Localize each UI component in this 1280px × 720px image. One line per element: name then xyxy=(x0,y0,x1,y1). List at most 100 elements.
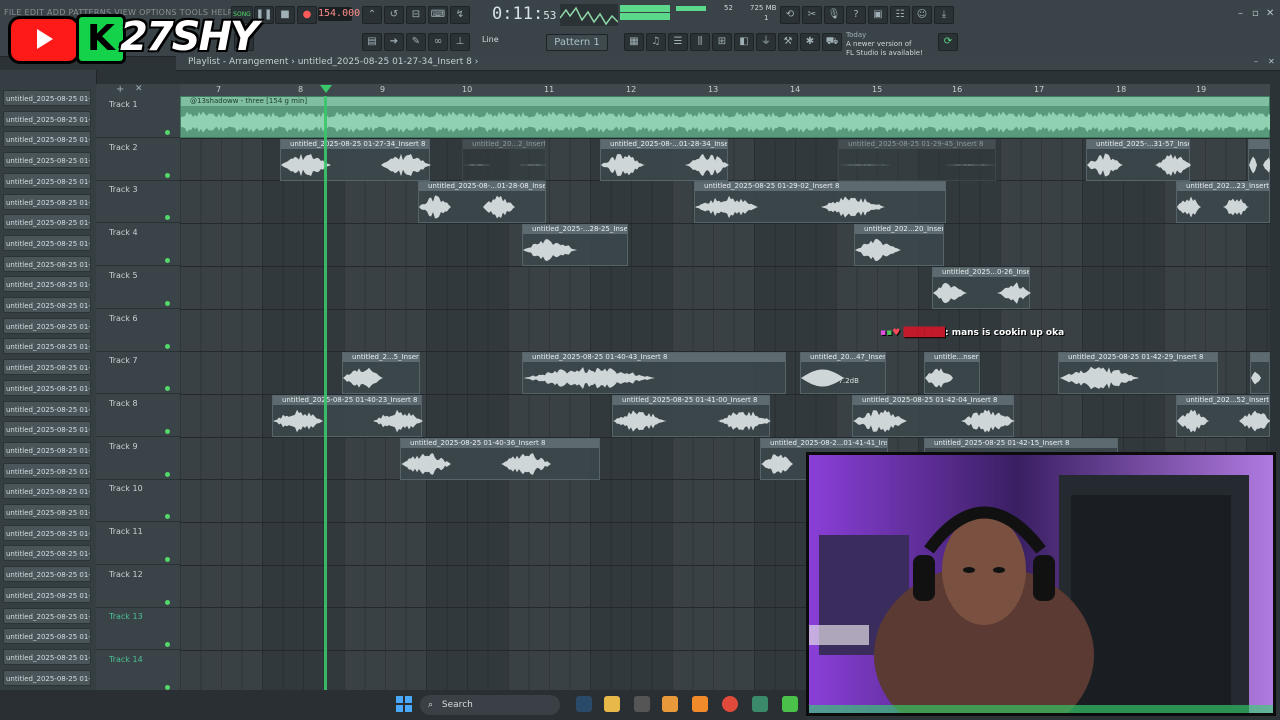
stop-button[interactable]: ■ xyxy=(275,6,295,24)
browser-item[interactable]: untitled_2025-08-25 01-... xyxy=(3,462,91,479)
browser-item[interactable]: untitled_2025-08-25 01-... xyxy=(3,421,91,438)
audio-clip[interactable]: untitled_20...2_Insert 8 xyxy=(462,138,547,181)
track-mute-led[interactable] xyxy=(165,172,170,178)
track-mute-led[interactable] xyxy=(165,599,170,605)
track-mute-led[interactable] xyxy=(165,428,170,434)
app-icon[interactable] xyxy=(634,696,650,712)
audio-clip[interactable]: untitled_2025-08-25 01-40-36_Insert 8 xyxy=(400,437,601,480)
audio-clip[interactable]: @13shadoww - three [154 g min] xyxy=(180,96,1270,138)
track-mute-led[interactable] xyxy=(165,557,170,562)
faders-icon[interactable]: ⫼ xyxy=(690,33,710,51)
browser-item[interactable]: untitled_2025-08-25 01-... xyxy=(3,441,91,458)
browser-item[interactable]: untitled_2025-08-25 01-... xyxy=(3,628,91,645)
browser-item[interactable]: untitled_2025-08-25 01-... xyxy=(3,566,91,583)
audio-clip[interactable]: untitle...nsert 8 xyxy=(924,352,981,395)
audio-clip[interactable]: untitled_2...5_Insert 8 xyxy=(342,352,421,395)
browser-item[interactable]: untitled_2025-08-25 01-... xyxy=(3,669,91,686)
piano-roll-icon[interactable]: ♫ xyxy=(646,33,666,51)
browser-item[interactable]: untitled_2025-08-25 01-... xyxy=(3,400,91,417)
track-header[interactable]: Track 9 xyxy=(96,438,180,480)
audio-clip[interactable]: untitled_2025-08-25 01-42-04_Insert 8 xyxy=(852,394,1015,437)
download-icon[interactable]: ⤓ xyxy=(934,6,954,24)
browser-item[interactable]: untitled_2025-08-25 01-... xyxy=(3,297,91,313)
mixer-icon[interactable]: ☷ xyxy=(890,6,910,24)
obs-icon[interactable] xyxy=(752,696,768,712)
track-mute-led[interactable] xyxy=(165,471,170,477)
mixer-view-icon[interactable]: ☰ xyxy=(668,33,688,51)
undo-icon[interactable]: ⟲ xyxy=(780,6,800,24)
playhead-marker-icon[interactable] xyxy=(320,85,332,93)
browser-item[interactable]: untitled_2025-08-25 01-... xyxy=(3,90,91,106)
minimize-icon[interactable]: – xyxy=(1238,8,1243,19)
browser-item[interactable]: untitled_2025-08-25 01-... xyxy=(3,276,91,293)
browser-item[interactable]: untitled_2025-08-25 01-... xyxy=(3,172,91,189)
playlist-breadcrumb[interactable]: Playlist - Arrangement › untitled_2025-0… xyxy=(188,57,478,67)
help-icon[interactable]: ? xyxy=(846,6,866,24)
steam-icon[interactable] xyxy=(576,696,592,712)
playlist-minimize-icon[interactable]: – xyxy=(1254,57,1258,66)
pause-button[interactable]: ❚❚ xyxy=(254,6,274,24)
audio-clip[interactable]: untitled_2025-...31-57_Insert 8 xyxy=(1086,138,1191,181)
chat-icon[interactable]: ☺ xyxy=(912,6,932,24)
audio-clip[interactable]: untitled_2025-08-25 01-41-00_Insert 8 xyxy=(612,394,771,437)
record-button[interactable]: ● xyxy=(297,6,317,24)
track-mute-led[interactable] xyxy=(165,514,170,520)
audio-clip[interactable]: untitled_2025-08-25 01-29-02_Insert 8 xyxy=(694,181,947,224)
browser-item[interactable]: untitled_2025-08-25 01-... xyxy=(3,359,91,376)
browser-item[interactable]: untitled_2025-08-25 01-... xyxy=(3,234,91,251)
song-position-display[interactable]: 0:11:53 xyxy=(492,4,556,24)
track-mute-led[interactable] xyxy=(165,258,170,264)
snap-selector[interactable]: Line xyxy=(482,35,499,44)
track-header[interactable]: Track 11 xyxy=(96,523,180,565)
audio-clip[interactable] xyxy=(1248,138,1270,181)
tools-icon[interactable]: ⚒ xyxy=(778,33,798,51)
track-mute-led[interactable] xyxy=(165,386,170,392)
audio-clip[interactable]: untitled_20...47_Insert 8 xyxy=(800,352,887,395)
audio-clip[interactable]: untitled_2025-08-...01-28-34_Insert 8 xyxy=(600,138,729,181)
audio-clip[interactable]: untitled_2025-08-25 01-42-29_Insert 8 xyxy=(1058,352,1219,395)
track-mute-led[interactable] xyxy=(165,343,170,349)
file-explorer-icon[interactable] xyxy=(604,696,620,712)
plugin-icon[interactable]: ◧ xyxy=(734,33,754,51)
chrome-icon[interactable] xyxy=(722,696,738,712)
audio-clip[interactable]: untitled_202...52_Insert 8 xyxy=(1176,394,1270,437)
browser-item[interactable]: untitled_2025-08-25 01-... xyxy=(3,545,91,562)
playhead[interactable] xyxy=(324,96,327,690)
remove-track-icon[interactable]: ✕ xyxy=(135,84,143,94)
stamp-icon[interactable]: ⊥ xyxy=(450,33,470,51)
track-header[interactable]: Track 1 xyxy=(96,96,180,138)
audio-clip[interactable]: untitled_2025-...28-25_Insert 8 xyxy=(522,224,629,267)
track-header[interactable]: Track 3 xyxy=(96,181,180,224)
metronome-icon[interactable]: ⌃ xyxy=(362,6,382,24)
browser-item[interactable]: untitled_2025-08-25 01-... xyxy=(3,152,91,169)
track-header[interactable]: Track 13 xyxy=(96,608,180,651)
track-mute-led[interactable] xyxy=(165,130,170,135)
ableton-icon[interactable] xyxy=(662,696,678,712)
audio-clip[interactable]: untitled_202...20_Insert 8 xyxy=(854,224,945,267)
browser-item[interactable]: untitled_2025-08-25 01-... xyxy=(3,586,91,603)
track-mute-led[interactable] xyxy=(165,300,170,306)
browser-item[interactable]: untitled_2025-08-25 01-... xyxy=(3,338,91,355)
track-header[interactable]: Track 6 xyxy=(96,310,180,352)
audio-clip[interactable]: untitled_2025...0-26_Insert 8 xyxy=(932,266,1031,309)
browser-item[interactable]: untitled_2025-08-25 01-... xyxy=(3,317,91,334)
audio-clip[interactable]: untitled_2025-08-25 01-27-34_Insert 8 xyxy=(280,138,431,181)
plug-icon[interactable]: ⏚ xyxy=(756,33,776,51)
news-panel[interactable]: Today A newer version of FL Studio is avai… xyxy=(846,31,923,58)
browser-icon[interactable]: ⊞ xyxy=(712,33,732,51)
audio-clip[interactable]: untitled_2025-08-25 01-40-43_Insert 8 xyxy=(522,352,787,395)
blend-notes-icon[interactable]: ↯ xyxy=(450,6,470,24)
browser-item[interactable]: untitled_2025-08-25 01-... xyxy=(3,504,91,520)
browser-item[interactable]: untitled_2025-08-25 01-... xyxy=(3,524,91,541)
typing-keyboard-icon[interactable]: ⌨ xyxy=(428,6,448,24)
touch-icon[interactable]: ✱ xyxy=(800,33,820,51)
close-icon[interactable]: ✕ xyxy=(1266,8,1274,19)
browser-item[interactable]: untitled_2025-08-25 01-... xyxy=(3,483,91,500)
track-header[interactable]: Track 10 xyxy=(96,480,180,523)
track-mute-led[interactable] xyxy=(165,215,170,221)
loop-record-icon[interactable]: ↺ xyxy=(384,6,404,24)
save-icon[interactable]: ▣ xyxy=(868,6,888,24)
browser-item[interactable]: untitled_2025-08-25 01-... xyxy=(3,131,91,148)
step-edit-icon[interactable]: ⊟ xyxy=(406,6,426,24)
microphone-icon[interactable]: 🎙 xyxy=(824,6,844,24)
